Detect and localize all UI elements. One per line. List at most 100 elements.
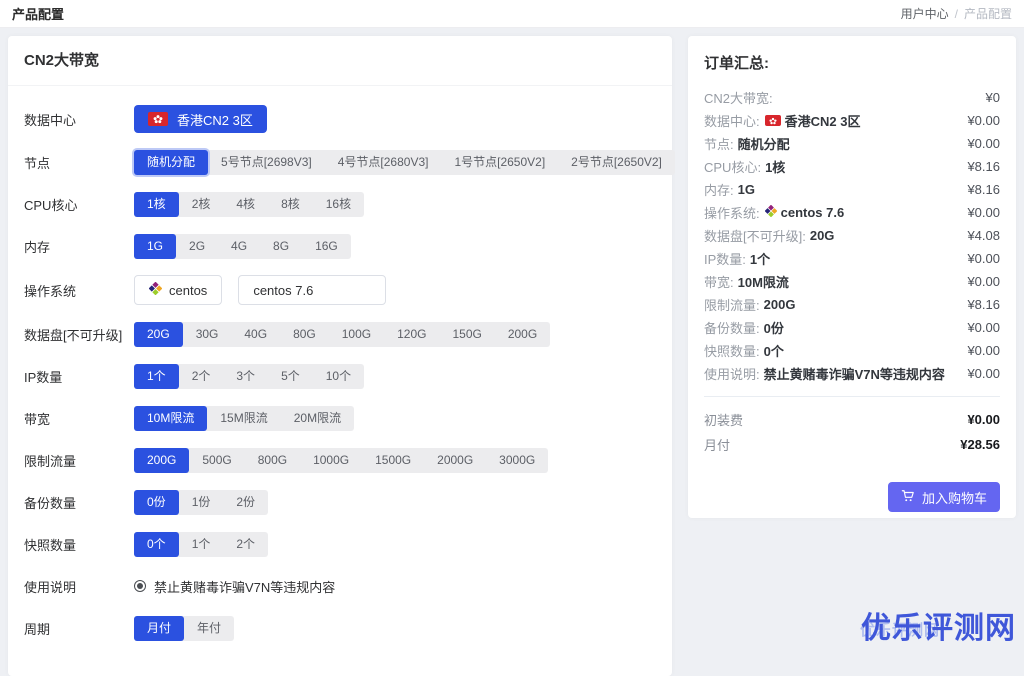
node-option[interactable]: 1号节点[2650V2] <box>441 150 558 175</box>
bandwidth-option[interactable]: 20M限流 <box>281 406 354 431</box>
summary-label: 快照数量: <box>704 341 760 360</box>
memory-option[interactable]: 8G <box>260 234 302 259</box>
summary-row-node: 节点: 随机分配 ¥0.00 <box>704 132 1000 155</box>
cpu-option[interactable]: 16核 <box>313 192 364 217</box>
row-usage: 使用说明 禁止黄赌毒诈骗V7N等违规内容 <box>24 573 656 599</box>
summary-label: 内存: <box>704 180 734 199</box>
usage-radio-text: 禁止黄赌毒诈骗V7N等违规内容 <box>154 577 335 596</box>
backup-option[interactable]: 1份 <box>179 490 224 515</box>
traffic-option[interactable]: 500G <box>189 448 244 473</box>
backup-label: 备份数量 <box>24 493 134 512</box>
ip-option-selected[interactable]: 1个 <box>134 364 179 389</box>
datadisk-label: 数据盘[不可升级] <box>24 325 134 344</box>
datadisk-option[interactable]: 200G <box>495 322 550 347</box>
cpu-option-selected[interactable]: 1核 <box>134 192 179 217</box>
traffic-option[interactable]: 1000G <box>300 448 362 473</box>
ip-option[interactable]: 2个 <box>179 364 224 389</box>
bandwidth-option-selected[interactable]: 10M限流 <box>134 406 207 431</box>
snapshot-segmented-control: 0个 1个 2个 <box>134 532 268 557</box>
add-to-cart-label: 加入购物车 <box>922 488 987 507</box>
os-label: 操作系统 <box>24 281 134 300</box>
row-cpu: CPU核心 1核 2核 4核 8核 16核 <box>24 191 656 217</box>
memory-label: 内存 <box>24 237 134 256</box>
monthly-total-row: 月付 ¥28.56 <box>704 432 1000 457</box>
memory-option-selected[interactable]: 1G <box>134 234 176 259</box>
datadisk-option-selected[interactable]: 20G <box>134 322 183 347</box>
row-cycle: 周期 月付 年付 <box>24 615 656 641</box>
row-backup: 备份数量 0份 1份 2份 <box>24 489 656 515</box>
cpu-option[interactable]: 4核 <box>223 192 268 217</box>
cpu-label: CPU核心 <box>24 195 134 214</box>
datadisk-option[interactable]: 80G <box>280 322 329 347</box>
traffic-option[interactable]: 800G <box>245 448 300 473</box>
memory-option[interactable]: 16G <box>302 234 351 259</box>
summary-row-snapshot: 快照数量: 0个 ¥0.00 <box>704 339 1000 362</box>
datadisk-option[interactable]: 100G <box>329 322 384 347</box>
summary-label: 数据中心: <box>704 111 760 130</box>
summary-value: 0份 <box>764 318 784 337</box>
monthly-total-price: ¥28.56 <box>960 437 1000 452</box>
node-option[interactable]: 4号节点[2680V3] <box>325 150 442 175</box>
traffic-option[interactable]: 2000G <box>424 448 486 473</box>
node-label: 节点 <box>24 153 134 172</box>
datadisk-option[interactable]: 40G <box>231 322 280 347</box>
memory-segmented-control: 1G 2G 4G 8G 16G <box>134 234 351 259</box>
node-option[interactable]: 5号节点[2698V3] <box>208 150 325 175</box>
row-datadisk: 数据盘[不可升级] 20G 30G 40G 80G 100G 120G 150G… <box>24 321 656 347</box>
snapshot-option[interactable]: 2个 <box>223 532 268 557</box>
breadcrumb-user-center[interactable]: 用户中心 <box>901 5 949 22</box>
radio-selected-icon <box>134 580 146 592</box>
traffic-option[interactable]: 3000G <box>486 448 548 473</box>
os-family-select[interactable]: centos <box>134 275 222 305</box>
summary-row-traffic: 限制流量: 200G ¥8.16 <box>704 293 1000 316</box>
monthly-total-label: 月付 <box>704 435 730 454</box>
summary-totals: 初装费 ¥0.00 月付 ¥28.56 <box>704 396 1000 457</box>
memory-option[interactable]: 4G <box>218 234 260 259</box>
summary-value: 1个 <box>750 249 770 268</box>
node-option[interactable]: 2号节点[2650V2] <box>558 150 675 175</box>
snapshot-label: 快照数量 <box>24 535 134 554</box>
datadisk-option[interactable]: 120G <box>384 322 439 347</box>
summary-row-os: 操作系统: centos 7.6 ¥0.00 <box>704 201 1000 224</box>
summary-value: 随机分配 <box>738 134 790 153</box>
summary-row-datacenter: 数据中心: 香港CN2 3区 ¥0.00 <box>704 109 1000 132</box>
cpu-option[interactable]: 8核 <box>268 192 313 217</box>
memory-option[interactable]: 2G <box>176 234 218 259</box>
summary-row-ip: IP数量: 1个 ¥0.00 <box>704 247 1000 270</box>
add-to-cart-button[interactable]: 加入购物车 <box>888 482 1000 512</box>
usage-radio-option[interactable]: 禁止黄赌毒诈骗V7N等违规内容 <box>134 577 335 596</box>
os-version-select[interactable]: centos 7.6 <box>238 275 386 305</box>
ip-option[interactable]: 3个 <box>223 364 268 389</box>
usage-label: 使用说明 <box>24 577 134 596</box>
ip-option[interactable]: 5个 <box>268 364 313 389</box>
node-option-selected[interactable]: 随机分配 <box>134 150 208 175</box>
summary-price: ¥0.00 <box>967 136 1000 151</box>
traffic-option-selected[interactable]: 200G <box>134 448 189 473</box>
summary-price: ¥0.00 <box>967 320 1000 335</box>
summary-value: 香港CN2 3区 <box>785 111 861 130</box>
snapshot-option-selected[interactable]: 0个 <box>134 532 179 557</box>
row-memory: 内存 1G 2G 4G 8G 16G <box>24 233 656 259</box>
bandwidth-option[interactable]: 15M限流 <box>207 406 280 431</box>
cycle-option-selected[interactable]: 月付 <box>134 616 184 641</box>
summary-price: ¥0.00 <box>967 274 1000 289</box>
backup-option[interactable]: 2份 <box>223 490 268 515</box>
node-segmented-control: 随机分配 5号节点[2698V3] 4号节点[2680V3] 1号节点[2650… <box>134 150 675 175</box>
datacenter-selected-button[interactable]: 香港CN2 3区 <box>134 105 267 133</box>
summary-price: ¥0.00 <box>967 343 1000 358</box>
cpu-option[interactable]: 2核 <box>179 192 224 217</box>
backup-option-selected[interactable]: 0份 <box>134 490 179 515</box>
datadisk-option[interactable]: 150G <box>439 322 494 347</box>
summary-price: ¥8.16 <box>967 297 1000 312</box>
cart-icon <box>901 489 915 506</box>
summary-label: CN2大带宽: <box>704 88 773 107</box>
ip-option[interactable]: 10个 <box>313 364 364 389</box>
cycle-option[interactable]: 年付 <box>184 616 234 641</box>
setup-fee-row: 初装费 ¥0.00 <box>704 407 1000 432</box>
traffic-option[interactable]: 1500G <box>362 448 424 473</box>
snapshot-option[interactable]: 1个 <box>179 532 224 557</box>
summary-row-bandwidth: 带宽: 10M限流 ¥0.00 <box>704 270 1000 293</box>
product-name-heading: CN2大带宽 <box>8 36 672 86</box>
datadisk-option[interactable]: 30G <box>183 322 232 347</box>
summary-label: 数据盘[不可升级]: <box>704 226 806 245</box>
